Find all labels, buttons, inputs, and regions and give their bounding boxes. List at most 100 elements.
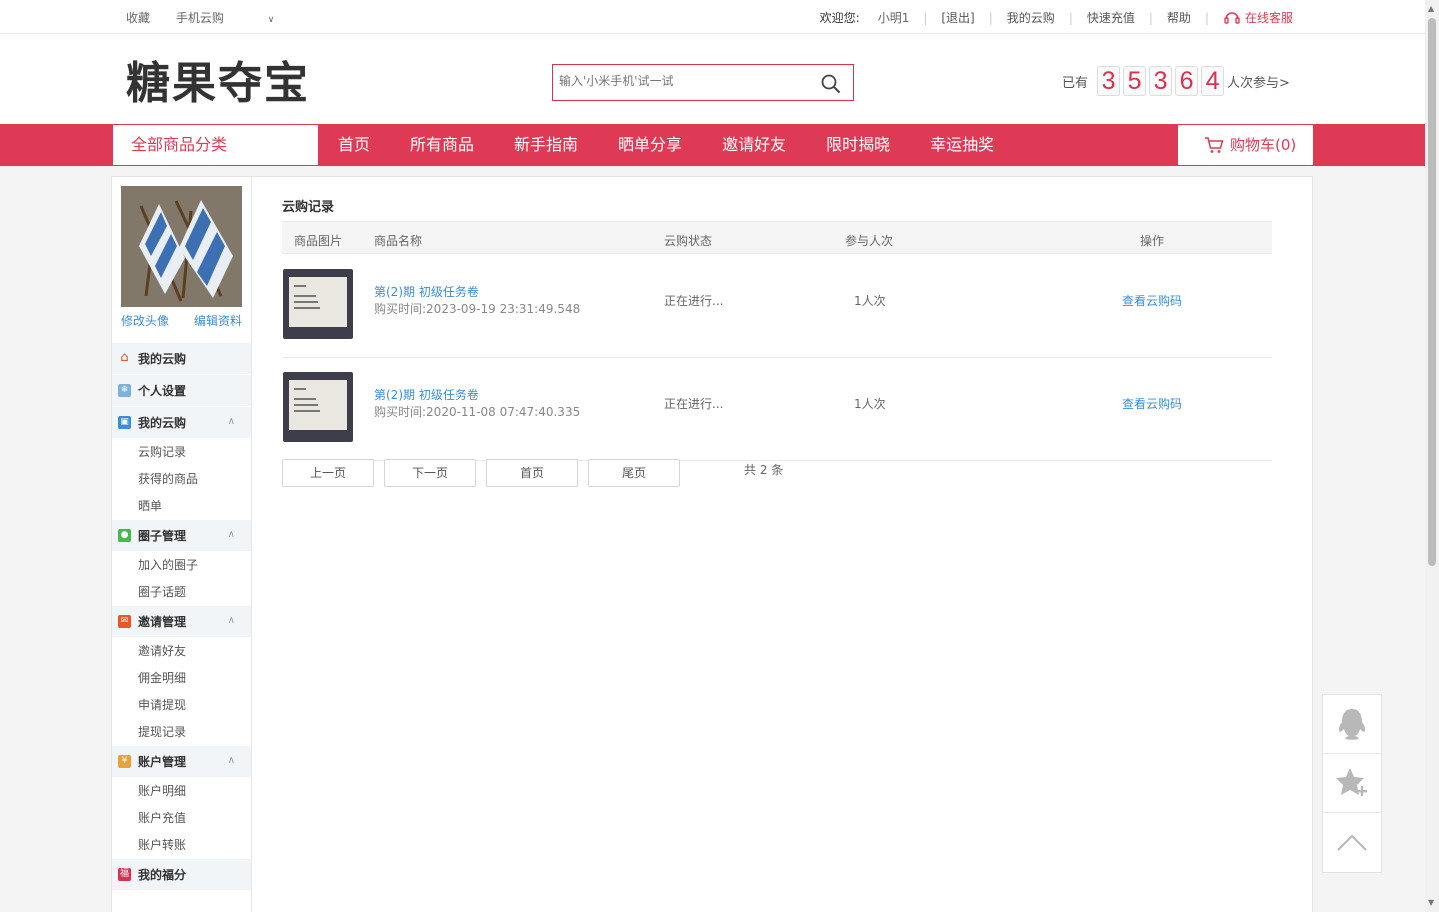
nav-item-all-products[interactable]: 所有商品 xyxy=(390,124,494,166)
view-codes-link[interactable]: 查看云购码 xyxy=(1122,292,1182,309)
last-page-button[interactable]: 尾页 xyxy=(588,459,680,487)
header: 糖果夺宝 已有 3 5 3 6 4 人次参与> xyxy=(0,34,1425,124)
product-image[interactable] xyxy=(283,372,353,442)
counter-digit: 4 xyxy=(1201,66,1225,96)
table-header: 商品图片 商品名称 云购状态 参与人次 操作 xyxy=(282,221,1272,254)
sidebar-item-circle-topics[interactable]: 圈子话题 xyxy=(112,579,251,606)
counter-suffix-link[interactable]: 人次参与> xyxy=(1227,72,1290,91)
scrollbar-thumb[interactable] xyxy=(1428,18,1436,566)
sidebar-menu: ⌂ 我的云购 ❄ 个人设置 ▣ 我的云购 ∧ 云购记录 获得的商品 晒单 ● 圈… xyxy=(112,343,251,891)
site-logo[interactable]: 糖果夺宝 xyxy=(126,47,310,111)
total-count: 共 2 条 xyxy=(744,463,784,477)
online-service-link[interactable]: 在线客服 xyxy=(1223,9,1293,26)
divider: | xyxy=(923,10,928,25)
sidebar-section-fortune[interactable]: 福 我的福分 xyxy=(112,859,251,891)
edit-avatar-link[interactable]: 修改头像 xyxy=(121,312,169,329)
sidebar-item-account-recharge[interactable]: 账户充值 xyxy=(112,805,251,832)
avatar-links: 修改头像 编辑资料 xyxy=(121,312,242,329)
search-icon[interactable] xyxy=(821,74,841,94)
nav-item-announce[interactable]: 限时揭晓 xyxy=(806,124,910,166)
nav-item-home[interactable]: 首页 xyxy=(318,124,390,166)
sidebar-item-yungou-records[interactable]: 云购记录 xyxy=(112,439,251,466)
product-name-link[interactable]: 第(2)期 初级任务卷 xyxy=(374,386,479,403)
cart-button[interactable]: 购物车(0) xyxy=(1178,125,1313,165)
sidebar-item-withdraw[interactable]: 申请提现 xyxy=(112,692,251,719)
star-plus-icon xyxy=(1336,768,1367,796)
sidebar-item-invite-friends[interactable]: 邀请好友 xyxy=(112,638,251,665)
next-page-button[interactable]: 下一页 xyxy=(384,459,476,487)
product-image[interactable] xyxy=(283,269,353,339)
participation-counter: 已有 3 5 3 6 4 人次参与> xyxy=(1062,66,1290,96)
sidebar-section-account[interactable]: ¥ 账户管理 ∧ xyxy=(112,746,251,778)
sidebar-section-my-yungou[interactable]: ⌂ 我的云购 xyxy=(112,343,251,375)
avatar xyxy=(121,186,242,307)
sidebar-section-settings[interactable]: ❄ 个人设置 xyxy=(112,375,251,407)
cart-icon xyxy=(1205,137,1224,153)
sidebar-section-invites[interactable]: ✉ 邀请管理 ∧ xyxy=(112,606,251,638)
sidebar-section-my-yungou-records[interactable]: ▣ 我的云购 ∧ xyxy=(112,407,251,439)
sidebar-item-account-details[interactable]: 账户明细 xyxy=(112,778,251,805)
sidebar-item-won-products[interactable]: 获得的商品 xyxy=(112,466,251,493)
main-panel: 修改头像 编辑资料 ⌂ 我的云购 ❄ 个人设置 ▣ 我的云购 ∧ 云购记录 获得… xyxy=(111,176,1313,912)
qq-button[interactable] xyxy=(1323,695,1381,754)
nav-item-lottery[interactable]: 幸运抽奖 xyxy=(910,124,1014,166)
top-right-links: 欢迎您: 小明1 | [退出] | 我的云购 | 快速充值 | 帮助 | 在线客… xyxy=(820,9,1293,26)
chevron-down-icon: ∨ xyxy=(267,15,275,25)
my-yungou-link[interactable]: 我的云购 xyxy=(1007,9,1055,26)
sidebar-item-commission[interactable]: 佣金明细 xyxy=(112,665,251,692)
all-categories-button[interactable]: 全部商品分类 xyxy=(112,125,318,165)
nav-item-guide[interactable]: 新手指南 xyxy=(494,124,598,166)
counter-digit: 6 xyxy=(1175,66,1199,96)
scroll-down-icon[interactable]: ▼ xyxy=(1428,898,1434,907)
qq-icon xyxy=(1338,709,1366,740)
logout-link[interactable]: [退出] xyxy=(941,9,974,26)
table-row: 第(2)期 初级任务卷 购买时间:2020-11-08 07:47:40.335… xyxy=(282,358,1272,461)
fu-icon: 福 xyxy=(118,868,131,881)
arrow-up-icon xyxy=(1337,834,1367,851)
top-bar: 收藏 手机云购 ∨ 欢迎您: 小明1 | [退出] | 我的云购 | 快速充值 … xyxy=(0,0,1425,34)
nav-item-invite[interactable]: 邀请好友 xyxy=(702,124,806,166)
divider: | xyxy=(1068,10,1073,25)
sidebar-item-withdraw-records[interactable]: 提现记录 xyxy=(112,719,251,746)
circle-icon: ● xyxy=(118,529,131,542)
nav-item-share[interactable]: 晒单分享 xyxy=(598,124,702,166)
welcome-label: 欢迎您: xyxy=(819,11,860,25)
floating-toolbar xyxy=(1322,694,1382,873)
settings-icon: ❄ xyxy=(118,384,131,397)
column-header: 操作 xyxy=(1140,234,1165,248)
column-header: 商品名称 xyxy=(374,234,423,248)
sidebar-item-account-transfer[interactable]: 账户转账 xyxy=(112,832,251,859)
divider: | xyxy=(1204,10,1209,25)
product-name-link[interactable]: 第(2)期 初级任务卷 xyxy=(374,283,479,300)
headset-icon xyxy=(1224,11,1240,24)
edit-profile-link[interactable]: 编辑资料 xyxy=(194,312,242,329)
mobile-yungou-link[interactable]: 手机云购 ∨ xyxy=(176,11,296,25)
sidebar-section-circles[interactable]: ● 圈子管理 ∧ xyxy=(112,520,251,552)
search-input[interactable] xyxy=(559,74,809,88)
view-codes-link[interactable]: 查看云购码 xyxy=(1122,395,1182,412)
counter-digit: 5 xyxy=(1123,66,1147,96)
participation-count: 1人次 xyxy=(854,294,886,308)
sidebar-item-joined-circles[interactable]: 加入的圈子 xyxy=(112,552,251,579)
purchase-time: 购买时间:2023-09-19 23:31:49.548 xyxy=(374,302,581,316)
username-link[interactable]: 小明1 xyxy=(878,9,910,26)
pagination: 上一页 下一页 首页 尾页 xyxy=(282,459,680,487)
divider: | xyxy=(988,10,993,25)
column-header: 参与人次 xyxy=(845,234,894,248)
back-to-top-button[interactable] xyxy=(1323,813,1381,872)
chevron-up-icon: ∧ xyxy=(227,755,235,766)
help-link[interactable]: 帮助 xyxy=(1167,9,1191,26)
favorite-link[interactable]: 收藏 xyxy=(126,11,150,25)
nav-items: 首页 所有商品 新手指南 晒单分享 邀请好友 限时揭晓 幸运抽奖 xyxy=(318,124,1014,166)
chevron-up-icon: ∧ xyxy=(227,529,235,540)
chevron-up-icon: ∧ xyxy=(227,416,235,427)
scroll-up-icon[interactable]: ▲ xyxy=(1428,4,1434,13)
recharge-link[interactable]: 快速充值 xyxy=(1087,9,1135,26)
favorite-button[interactable] xyxy=(1323,754,1381,813)
column-header: 商品图片 xyxy=(294,234,343,248)
sidebar-item-share[interactable]: 晒单 xyxy=(112,493,251,520)
prev-page-button[interactable]: 上一页 xyxy=(282,459,374,487)
first-page-button[interactable]: 首页 xyxy=(486,459,578,487)
page-title: 云购记录 xyxy=(282,200,335,215)
page-scrollbar[interactable]: ▲ ▼ xyxy=(1425,0,1439,912)
